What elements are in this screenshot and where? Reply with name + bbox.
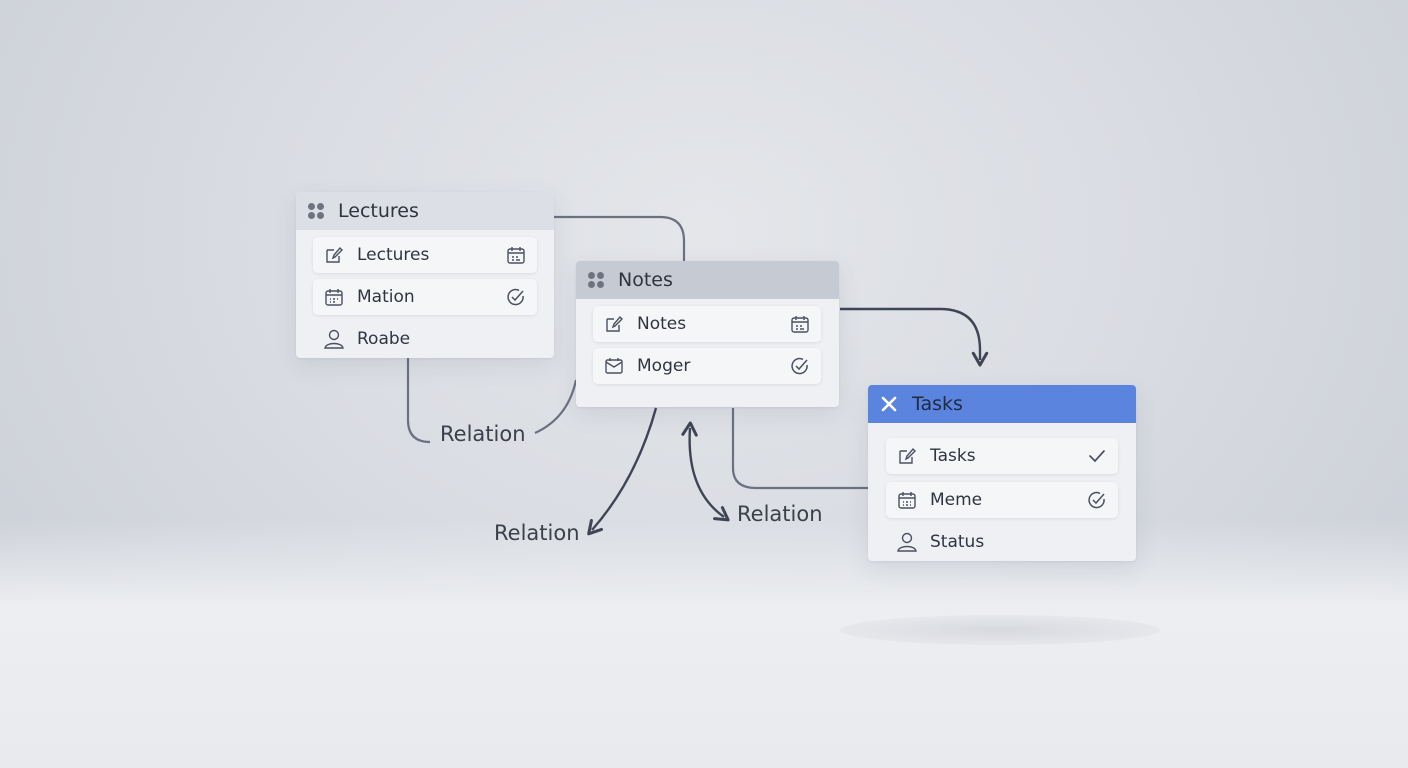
card-title: Lectures	[338, 200, 419, 222]
person-icon	[323, 328, 345, 350]
list-item[interactable]: Moger	[593, 348, 821, 384]
card-title: Tasks	[912, 393, 963, 415]
list-item-label: Meme	[930, 490, 983, 510]
list-item-label: Moger	[637, 356, 691, 376]
tasks-card-header[interactable]: Tasks	[868, 385, 1136, 423]
notes-card-header[interactable]: Notes	[576, 261, 839, 299]
drag-handle-icon[interactable]	[308, 203, 324, 219]
lectures-card[interactable]: Lectures Lectures Mation Roabe	[296, 192, 554, 358]
list-item-label: Status	[930, 532, 985, 552]
list-item[interactable]: Status	[886, 524, 1118, 560]
list-item-label: Tasks	[930, 446, 976, 466]
envelope-icon	[603, 355, 625, 377]
list-item-label: Roabe	[357, 329, 411, 349]
tasks-card[interactable]: Tasks Tasks Meme Status	[868, 385, 1136, 561]
calendar-icon	[323, 286, 345, 308]
connector-notes-tasks-arrow	[840, 307, 989, 367]
lectures-card-header[interactable]: Lectures	[296, 192, 554, 230]
list-item[interactable]: Notes	[593, 306, 821, 342]
card-title: Notes	[618, 269, 673, 291]
list-item[interactable]: Meme	[886, 482, 1118, 518]
connector-relation-notes	[534, 379, 578, 435]
list-item[interactable]: Roabe	[313, 321, 537, 357]
edit-note-icon	[603, 313, 625, 335]
edit-note-icon	[323, 244, 345, 266]
connector-notes-relation-double	[681, 421, 730, 522]
edit-note-icon	[896, 445, 918, 467]
check-circle-icon	[1086, 489, 1108, 511]
connector-notes-tasks-bottom	[731, 408, 868, 490]
calendar-icon	[505, 244, 527, 266]
relation-label: Relation	[440, 422, 526, 446]
check-icon	[1086, 445, 1108, 467]
list-item-label: Lectures	[357, 245, 430, 265]
connector-lectures-notes-top	[554, 215, 686, 262]
drag-handle-icon[interactable]	[588, 272, 604, 288]
relation-label: Relation	[737, 502, 823, 526]
close-icon[interactable]	[880, 395, 898, 413]
check-circle-icon	[789, 355, 811, 377]
list-item-label: Notes	[637, 314, 687, 334]
list-item[interactable]: Mation	[313, 279, 537, 315]
check-circle-icon	[505, 286, 527, 308]
list-item-label: Mation	[357, 287, 415, 307]
list-item[interactable]: Tasks	[886, 438, 1118, 474]
calendar-icon	[789, 313, 811, 335]
list-item[interactable]: Lectures	[313, 237, 537, 273]
connector-notes-relation-down	[587, 407, 658, 536]
calendar-icon	[896, 489, 918, 511]
connector-lectures-relation	[406, 358, 431, 444]
person-icon	[896, 531, 918, 553]
notes-card[interactable]: Notes Notes Moger	[576, 261, 839, 407]
relation-label: Relation	[494, 521, 580, 545]
